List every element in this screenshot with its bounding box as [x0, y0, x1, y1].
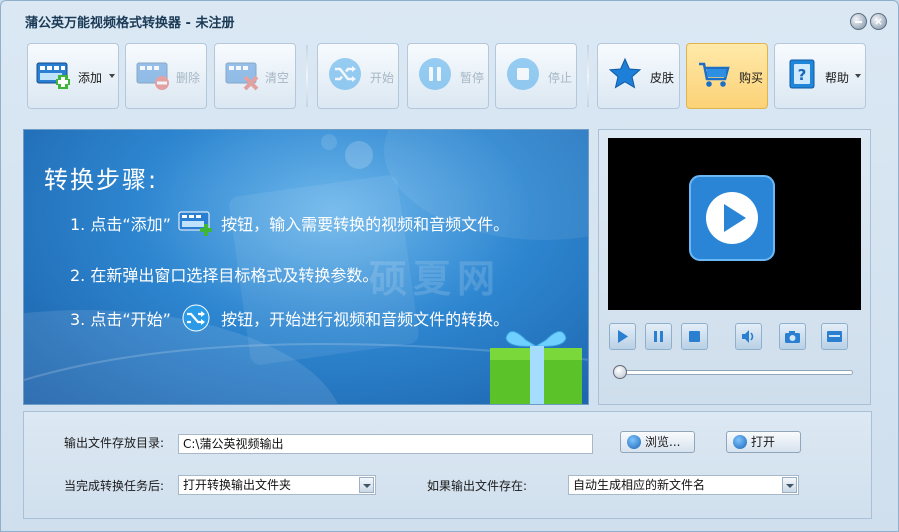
pause-icon: [419, 58, 451, 90]
step-2: 2. 在新弹出窗口选择目标格式及转换参数。: [70, 266, 379, 285]
play-icon: [618, 330, 628, 343]
stop-icon: [507, 58, 539, 90]
minimize-button[interactable]: [850, 13, 867, 30]
delete-button[interactable]: 删除: [125, 43, 207, 109]
shuffle-convert-icon: [329, 58, 361, 90]
after-done-select[interactable]: 打开转换输出文件夹: [178, 475, 376, 495]
start-button[interactable]: 开始: [317, 43, 399, 109]
clear-button[interactable]: 清空: [214, 43, 296, 109]
toolbar-separator: [587, 45, 589, 107]
if-exists-select[interactable]: 自动生成相应的新文件名: [568, 475, 799, 495]
folder-icon: [827, 331, 842, 342]
buy-button[interactable]: 购买: [686, 43, 768, 109]
add-video-icon: [178, 211, 213, 236]
help-label: 帮助: [825, 71, 850, 85]
watermark-text: 硕夏网: [369, 257, 502, 301]
if-exists-label: 如果输出文件存在:: [427, 479, 528, 493]
pause-icon: [654, 331, 663, 342]
gift-box-icon: [490, 331, 582, 404]
clear-label: 清空: [265, 71, 290, 85]
step-1-suffix: 按钮，输入需要转换的视频和音频文件。: [221, 215, 510, 234]
preview-player: [598, 129, 871, 405]
player-folder-button[interactable]: [821, 323, 848, 350]
start-label: 开始: [370, 71, 395, 85]
player-pause-button[interactable]: [645, 323, 672, 350]
title-bar: 蒲公英万能视频格式转换器 - 未注册 ×: [1, 1, 898, 39]
browse-button[interactable]: 浏览...: [620, 431, 695, 453]
toolbar-separator: [306, 45, 308, 107]
browse-label: 浏览...: [645, 435, 681, 449]
player-play-button[interactable]: [609, 323, 636, 350]
if-exists-value: 自动生成相应的新文件名: [573, 478, 706, 492]
help-book-icon: ?: [789, 59, 815, 89]
buy-label: 购买: [739, 71, 764, 85]
help-button[interactable]: ? 帮助: [774, 43, 866, 109]
svg-text:?: ?: [798, 66, 807, 84]
stop-button[interactable]: 停止: [495, 43, 577, 109]
output-settings-panel: 输出文件存放目录: C:\蒲公英视频输出 浏览... 打开 当完成转换任务后: …: [23, 411, 872, 519]
chevron-down-icon[interactable]: [782, 477, 797, 493]
banner-heading: 转换步骤:: [44, 166, 159, 194]
skin-button[interactable]: 皮肤: [597, 43, 680, 109]
video-preview-area[interactable]: [608, 138, 861, 310]
output-dir-field[interactable]: C:\蒲公英视频输出: [178, 434, 593, 454]
open-label: 打开: [751, 435, 776, 449]
play-large-icon[interactable]: [688, 174, 776, 262]
delete-video-icon: [136, 62, 169, 90]
shuffle-convert-icon: [182, 304, 210, 332]
help-dropdown-caret-icon[interactable]: [855, 74, 861, 78]
playback-progress-thumb[interactable]: [613, 365, 627, 379]
camera-icon: [785, 331, 800, 343]
player-snapshot-button[interactable]: [779, 323, 806, 350]
step-1: 1. 点击“添加” 按钮，输入需要转换的视频和音频文件。: [70, 209, 509, 237]
output-dir-label: 输出文件存放目录:: [64, 436, 165, 450]
step-3-prefix: 3. 点击“开始”: [70, 310, 171, 329]
step-1-prefix: 1. 点击“添加”: [70, 215, 171, 234]
shopping-cart-icon: [699, 62, 730, 87]
add-video-icon: [36, 62, 70, 89]
playback-progress-track[interactable]: [617, 370, 853, 375]
open-folder-icon: [733, 435, 747, 449]
player-volume-button[interactable]: [735, 323, 762, 350]
speaker-icon: [742, 330, 754, 343]
open-button[interactable]: 打开: [726, 431, 801, 453]
step-3: 3. 点击“开始” 按钮，开始进行视频和音频文件的转换。: [70, 304, 509, 332]
step-3-suffix: 按钮，开始进行视频和音频文件的转换。: [221, 310, 510, 329]
app-window: 蒲公英万能视频格式转换器 - 未注册 × 添加 删除 清空 开始 暂停 停止 皮…: [0, 0, 899, 532]
after-done-label: 当完成转换任务后:: [64, 479, 165, 493]
add-label: 添加: [78, 71, 103, 85]
stop-label: 停止: [548, 71, 573, 85]
add-button[interactable]: 添加: [27, 43, 119, 109]
skin-label: 皮肤: [650, 71, 675, 85]
close-button[interactable]: ×: [870, 13, 887, 30]
add-dropdown-caret-icon[interactable]: [109, 74, 115, 78]
pause-button[interactable]: 暂停: [407, 43, 489, 109]
chevron-down-icon[interactable]: [359, 477, 374, 493]
stop-icon: [689, 331, 700, 342]
pause-label: 暂停: [460, 71, 485, 85]
player-stop-button[interactable]: [681, 323, 708, 350]
browse-icon: [627, 435, 641, 449]
steps-banner: 硕夏网 转换步骤: 1. 点击“添加” 按钮，输入需要转换的视频和音频文件。 2…: [23, 129, 589, 405]
clear-video-icon: [225, 62, 259, 91]
window-title: 蒲公英万能视频格式转换器 - 未注册: [25, 16, 235, 31]
after-done-value: 打开转换输出文件夹: [183, 478, 292, 492]
toolbar: 添加 删除 清空 开始 暂停 停止 皮肤 购买 ? 帮助: [1, 39, 898, 115]
star-icon: [608, 57, 642, 89]
delete-label: 删除: [176, 71, 201, 85]
